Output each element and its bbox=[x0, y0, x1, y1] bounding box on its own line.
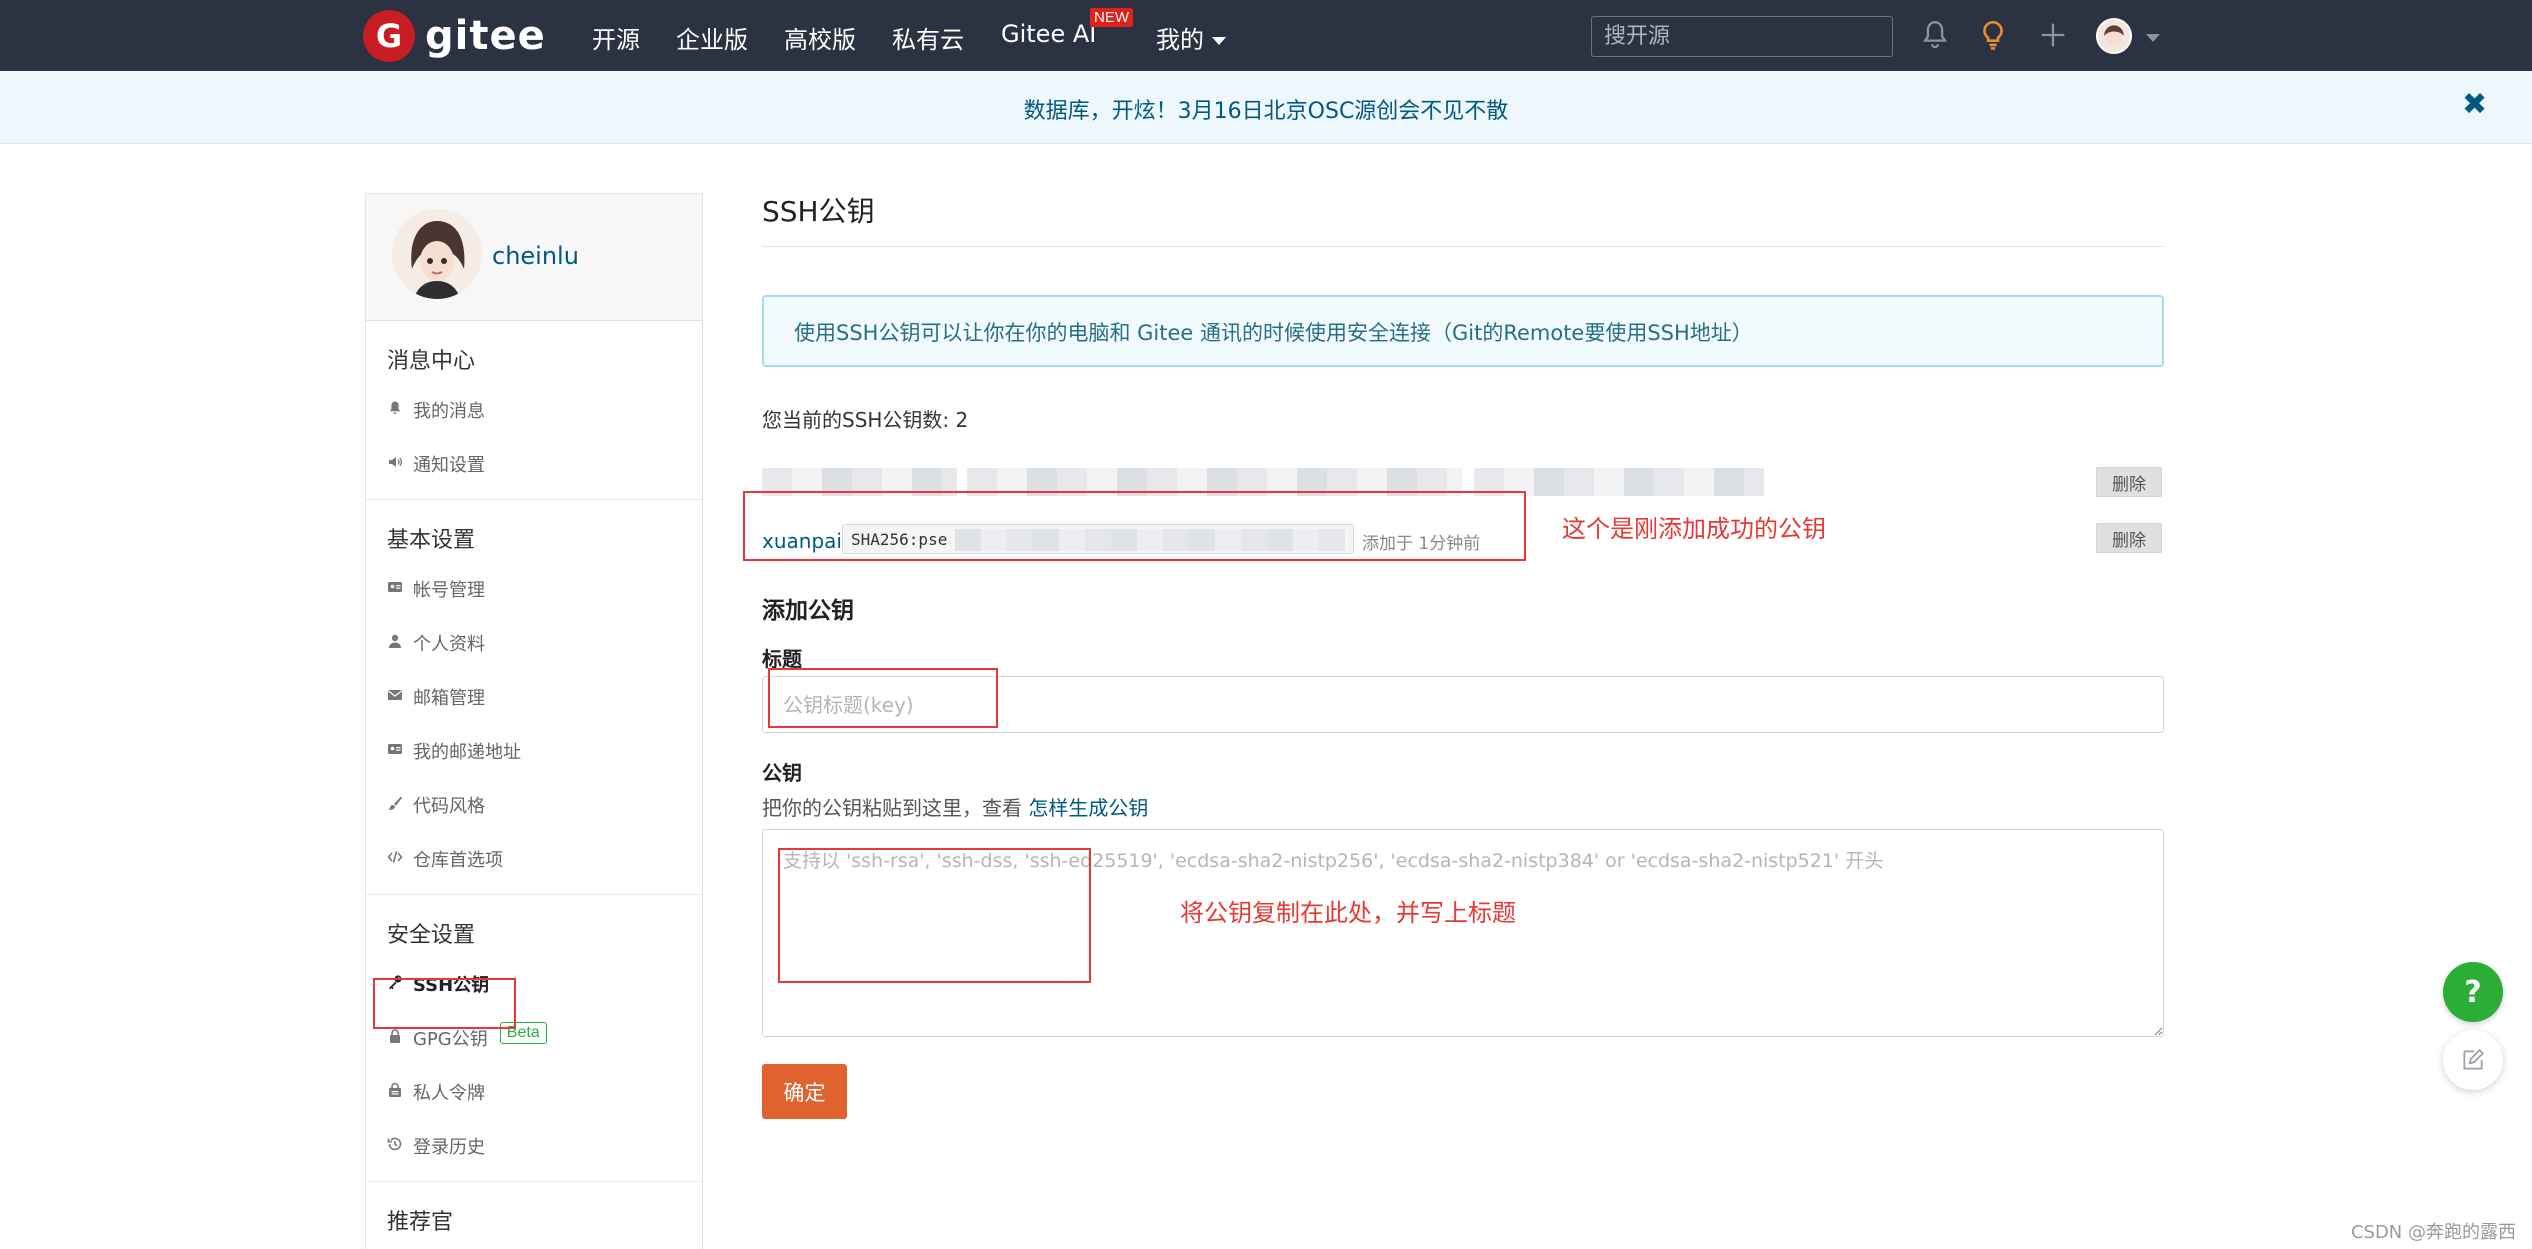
annotation-paste-note: 将公钥复制在此处，并写上标题 bbox=[1180, 899, 1516, 927]
sidebar-item-label: 通知设置 bbox=[413, 455, 485, 476]
announcement-banner: 数据库，开炫！3月16日北京OSC源创会不见不散 ✖ bbox=[0, 71, 2532, 144]
bell-icon bbox=[389, 401, 401, 414]
nav-link-enterprise[interactable]: 企业版 bbox=[676, 20, 748, 55]
sidebar-group-referral: 推荐官 bbox=[366, 1182, 702, 1249]
chevron-down-icon[interactable] bbox=[2146, 34, 2160, 42]
nav-link-gitee-ai[interactable]: Gitee AI bbox=[1001, 20, 1096, 48]
sidebar-item-account[interactable]: 帐号管理 bbox=[366, 560, 702, 614]
sidebar-item-login-history[interactable]: 登录历史 bbox=[366, 1117, 702, 1171]
nav-menu-mine-label: 我的 bbox=[1156, 26, 1204, 54]
avatar[interactable] bbox=[392, 209, 482, 299]
envelope-icon bbox=[388, 690, 402, 700]
sidebar-item-label: 仓库首选项 bbox=[413, 850, 503, 871]
sidebar-group-title: 安全设置 bbox=[387, 923, 476, 948]
annotation-box-title-input bbox=[768, 668, 998, 728]
sidebar-group-title: 消息中心 bbox=[387, 349, 476, 374]
how-to-generate-key-link[interactable]: 怎样生成公钥 bbox=[1028, 796, 1148, 820]
sidebar-group-title: 推荐官 bbox=[387, 1210, 454, 1235]
lock-icon bbox=[390, 1029, 400, 1043]
address-card-icon bbox=[388, 744, 402, 754]
watermark: CSDN @奔跑的露西 bbox=[2350, 1222, 2516, 1243]
annotation-box-new-key bbox=[743, 491, 1526, 561]
annotation-new-key-note: 这个是刚添加成功的公钥 bbox=[1562, 515, 1826, 543]
sidebar-item-label: 代码风格 bbox=[413, 796, 485, 817]
announcement-text[interactable]: 数据库，开炫！3月16日北京OSC源创会不见不散 bbox=[0, 93, 2532, 125]
new-badge: NEW bbox=[1090, 8, 1133, 27]
username-link[interactable]: cheinlu bbox=[492, 242, 579, 270]
annotation-box-ssh-menu bbox=[373, 978, 516, 1029]
plus-icon[interactable] bbox=[2036, 18, 2070, 52]
sidebar-item-mailing-address[interactable]: 我的邮递地址 bbox=[366, 722, 702, 776]
sidebar-group-title: 基本设置 bbox=[387, 528, 476, 553]
search-input[interactable] bbox=[1591, 16, 1893, 57]
sidebar-item-label: 帐号管理 bbox=[413, 580, 485, 601]
lightbulb-icon[interactable] bbox=[1976, 18, 2010, 52]
delete-key-button[interactable]: 删除 bbox=[2096, 467, 2162, 497]
submit-button[interactable]: 确定 bbox=[762, 1064, 847, 1119]
page-title: SSH公钥 bbox=[762, 190, 2164, 247]
sidebar-item-repo-preferences[interactable]: 仓库首选项 bbox=[366, 830, 702, 884]
add-key-heading: 添加公钥 bbox=[762, 598, 854, 624]
brush-icon bbox=[388, 796, 402, 810]
settings-sidebar: cheinlu 消息中心 我的消息 通知设置 基本设置 帐号管理 个人资料 邮箱… bbox=[365, 193, 703, 1249]
nav-link-opensource[interactable]: 开源 bbox=[592, 20, 640, 55]
close-icon[interactable]: ✖ bbox=[2462, 87, 2487, 122]
sidebar-item-label: 我的消息 bbox=[413, 401, 485, 422]
key-field-label: 公钥 bbox=[762, 761, 802, 785]
nav-menu-mine[interactable]: 我的 bbox=[1156, 20, 1226, 55]
sidebar-item-label: 登录历史 bbox=[413, 1137, 485, 1158]
sidebar-group-security: 安全设置 SSH公钥 GPG公钥 Beta 私人令牌 登录历史 bbox=[366, 895, 702, 1182]
edit-icon bbox=[2463, 1049, 2484, 1070]
sidebar-item-code-style[interactable]: 代码风格 bbox=[366, 776, 702, 830]
sidebar-item-private-token[interactable]: 私人令牌 bbox=[366, 1063, 702, 1117]
gitee-logo[interactable]: G gitee bbox=[363, 10, 546, 62]
sidebar-item-label: 个人资料 bbox=[413, 634, 485, 655]
sidebar-item-my-messages[interactable]: 我的消息 bbox=[366, 381, 702, 435]
history-icon bbox=[387, 1137, 402, 1151]
sidebar-item-notification-settings[interactable]: 通知设置 bbox=[366, 435, 702, 489]
annotation-box-key-textarea bbox=[778, 848, 1091, 983]
sidebar-item-email[interactable]: 邮箱管理 bbox=[366, 668, 702, 722]
bell-icon[interactable] bbox=[1918, 18, 1952, 52]
user-icon bbox=[389, 634, 401, 648]
feedback-button[interactable] bbox=[2443, 1030, 2503, 1090]
sidebar-item-profile[interactable]: 个人资料 bbox=[366, 614, 702, 668]
sidebar-item-label: 邮箱管理 bbox=[413, 688, 485, 709]
profile-card: cheinlu bbox=[366, 194, 702, 321]
id-card-icon bbox=[388, 582, 402, 592]
gitee-logo-text: gitee bbox=[425, 13, 546, 59]
speaker-icon bbox=[389, 457, 403, 467]
gitee-logo-mark: G bbox=[363, 10, 415, 62]
token-icon bbox=[389, 1082, 401, 1097]
sidebar-item-label: 私人令牌 bbox=[413, 1083, 485, 1104]
key-hint-text: 把你的公钥粘贴到这里，查看 bbox=[762, 796, 1022, 820]
help-button[interactable]: ? bbox=[2443, 962, 2503, 1022]
key-hint: 把你的公钥粘贴到这里，查看 怎样生成公钥 bbox=[762, 792, 2164, 821]
top-navbar: G gitee 开源 企业版 高校版 私有云 Gitee AI NEW 我的 bbox=[0, 0, 2532, 71]
sidebar-group-basic: 基本设置 帐号管理 个人资料 邮箱管理 我的邮递地址 代码风格 仓库首选项 bbox=[366, 500, 702, 895]
chevron-down-icon bbox=[1212, 37, 1226, 45]
code-icon bbox=[387, 851, 403, 863]
delete-key-button[interactable]: 删除 bbox=[2096, 523, 2162, 553]
nav-link-education[interactable]: 高校版 bbox=[784, 20, 856, 55]
nav-link-private-cloud[interactable]: 私有云 bbox=[892, 20, 964, 55]
sidebar-item-label: 我的邮递地址 bbox=[413, 742, 521, 763]
user-avatar[interactable] bbox=[2096, 18, 2132, 54]
ssh-info-message: 使用SSH公钥可以让你在你的电脑和 Gitee 通讯的时候使用安全连接（Git的… bbox=[762, 295, 2164, 367]
sidebar-group-messages: 消息中心 我的消息 通知设置 bbox=[366, 321, 702, 500]
ssh-key-count: 您当前的SSH公钥数: 2 bbox=[762, 408, 969, 432]
